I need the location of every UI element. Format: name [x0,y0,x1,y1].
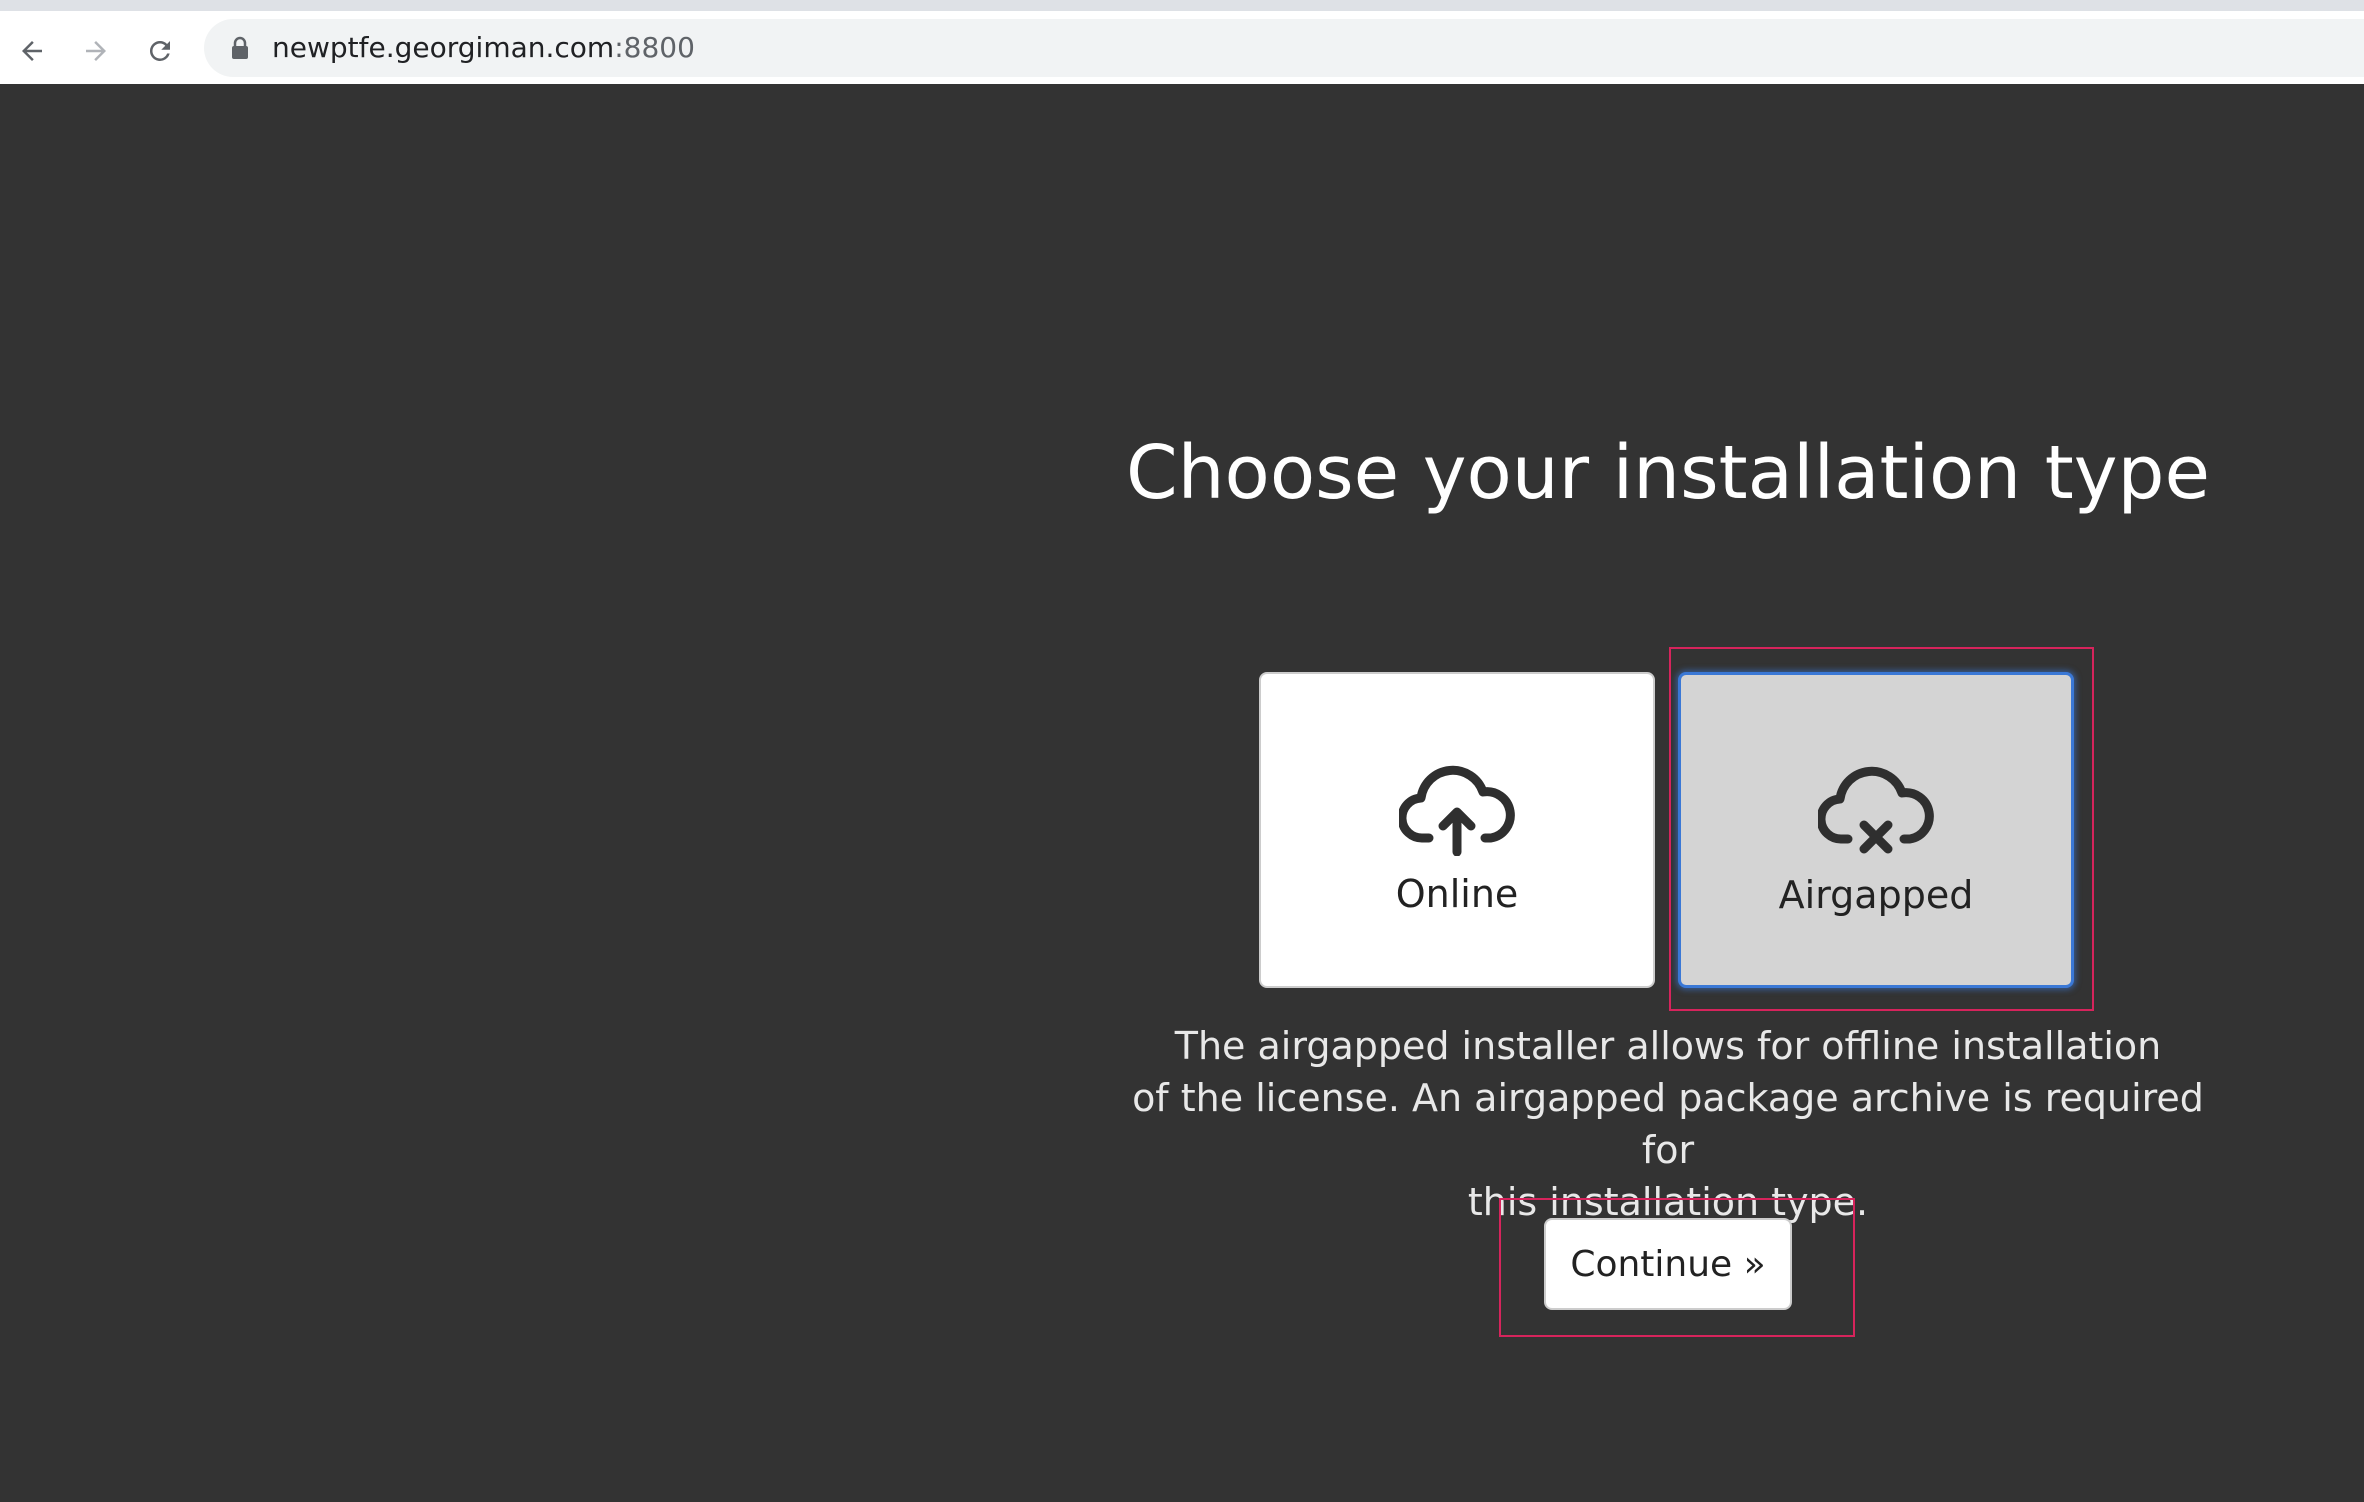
reload-icon [149,40,170,61]
page-title: Choose your installation type [1125,430,2211,516]
url-port: :8800 [614,31,695,64]
online-option-label: Online [1395,872,1519,916]
address-bar[interactable]: newptfe.georgiman.com:8800 [204,19,2364,77]
description-line-2: of the license. An airgapped package arc… [1132,1076,2204,1172]
continue-button[interactable]: Continue » [1544,1218,1792,1310]
airgapped-option-card[interactable]: Airgapped [1678,672,2074,988]
back-button[interactable] [10,29,54,73]
arrow-left-icon [22,41,42,61]
url-host: newptfe.georgiman.com [272,31,615,64]
arrow-right-icon [86,41,106,61]
lock-icon [232,36,248,59]
option-description: The airgapped installer allows for offli… [1100,1020,2236,1228]
forward-button[interactable] [74,29,118,73]
cloud-upload-icon [1399,765,1515,856]
reload-button[interactable] [138,29,182,73]
description-line-1: The airgapped installer allows for offli… [1174,1024,2162,1068]
url-text: newptfe.georgiman.com:8800 [272,31,695,65]
cloud-x-icon [1818,766,1934,854]
online-option-card[interactable]: Online [1259,672,1655,988]
browser-toolbar: newptfe.georgiman.com:8800 [0,0,2364,84]
airgapped-option-label: Airgapped [1778,873,1974,917]
